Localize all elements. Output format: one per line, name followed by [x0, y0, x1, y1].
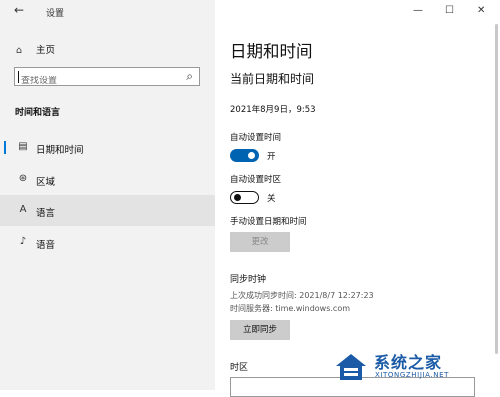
timezone-label: 时区: [230, 363, 249, 373]
close-icon[interactable]: ✕: [477, 5, 485, 16]
auto-timezone-label: 自动设置时区: [230, 175, 282, 185]
minimize-icon[interactable]: —: [413, 5, 423, 16]
microphone-icon: ♪: [19, 236, 27, 247]
house-logo-icon: [336, 354, 366, 380]
sidebar-item-label: 日期和时间: [36, 145, 84, 156]
watermark-subtext: XITONGZHIJIA.NET: [375, 371, 449, 379]
sync-clock-heading: 同步时钟: [230, 275, 267, 285]
current-datetime-heading: 当前日期和时间: [230, 72, 315, 86]
text-caret: [18, 71, 19, 83]
section-title: 时间和语言: [15, 108, 61, 118]
app-title: 设置: [46, 9, 65, 19]
auto-time-label: 自动设置时间: [230, 133, 282, 143]
maximize-icon[interactable]: ☐: [445, 5, 454, 16]
sidebar-item-date-time[interactable]: ▤ 日期和时间: [0, 132, 215, 163]
globe-icon: ⊛: [18, 173, 28, 184]
sidebar-item-label: 语言: [36, 208, 56, 219]
home-icon: ⌂: [16, 45, 23, 56]
search-box[interactable]: ⌕: [14, 67, 200, 86]
sidebar-item-region[interactable]: ⊛ 区域: [0, 164, 215, 195]
main-content: — ☐ ✕ 日期和时间 当前日期和时间 2021年8月9日，9:53 自动设置时…: [215, 0, 500, 397]
search-input[interactable]: [21, 76, 171, 86]
sidebar-item-language[interactable]: A 语言: [0, 195, 215, 226]
sidebar-item-home[interactable]: ⌂ 主页: [16, 42, 55, 56]
change-button[interactable]: 更改: [230, 232, 290, 252]
toggle-knob: [234, 193, 241, 201]
sidebar-titlebar: ← 设置: [0, 0, 215, 22]
last-sync-text: 上次成功同步时间: 2021/8/7 12:27:23: [230, 291, 374, 300]
home-label: 主页: [36, 45, 56, 56]
current-datetime-value: 2021年8月9日，9:53: [230, 105, 316, 115]
selection-indicator: [4, 141, 6, 154]
calendar-clock-icon: ▤: [18, 141, 28, 152]
scrollbar[interactable]: [495, 24, 498, 354]
auto-time-state: 开: [267, 152, 276, 162]
back-arrow-icon[interactable]: ←: [14, 3, 24, 17]
auto-time-toggle[interactable]: [230, 149, 259, 162]
sidebar: ← 设置 ⌂ 主页 ⌕ 时间和语言 ▤ 日期和时间 ⊛ 区域 A 语言 ♪ 语音: [0, 0, 215, 390]
sync-now-button[interactable]: 立即同步: [230, 320, 290, 340]
sidebar-item-label: 语音: [36, 240, 56, 251]
time-server-text: 时间服务器: time.windows.com: [230, 304, 351, 313]
manual-set-label: 手动设置日期和时间: [230, 217, 307, 227]
toggle-knob: [248, 152, 255, 159]
language-icon: A: [19, 204, 27, 215]
auto-timezone-state: 关: [267, 194, 276, 204]
page-title: 日期和时间: [230, 42, 313, 61]
auto-timezone-toggle[interactable]: [230, 191, 259, 204]
watermark: 系统之家 XITONGZHIJIA.NET: [334, 348, 494, 386]
sidebar-item-speech[interactable]: ♪ 语音: [0, 227, 215, 258]
search-icon[interactable]: ⌕: [186, 69, 193, 84]
watermark-text: 系统之家: [374, 353, 443, 372]
sidebar-item-label: 区域: [36, 177, 56, 188]
